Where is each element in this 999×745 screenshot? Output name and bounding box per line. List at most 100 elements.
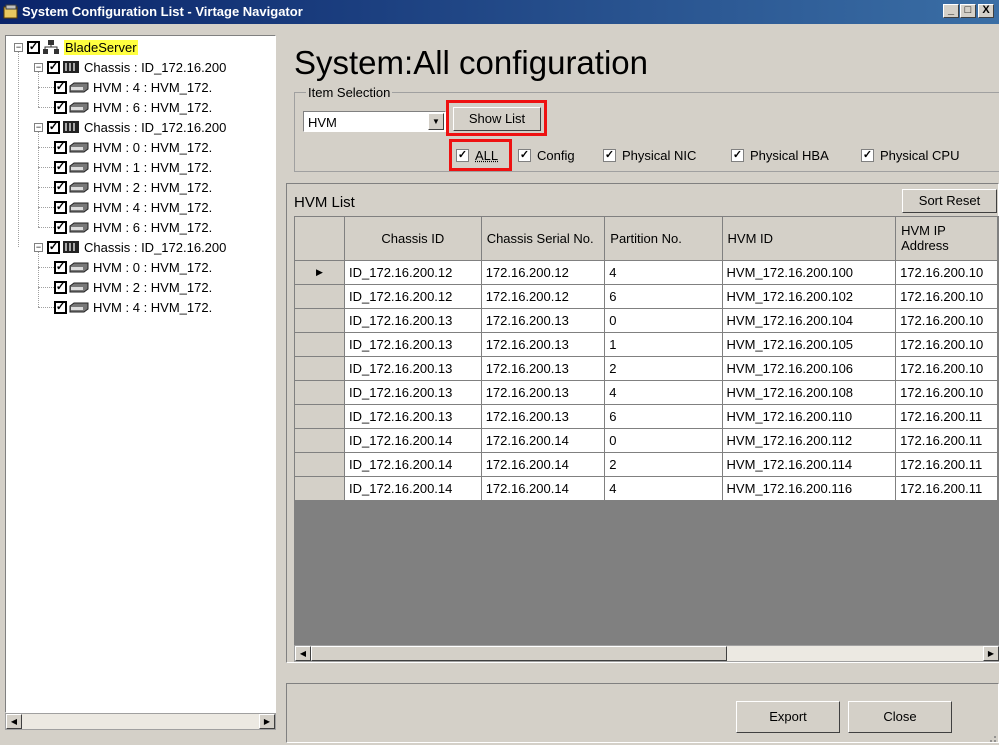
- resize-grip-icon[interactable]: [985, 731, 997, 743]
- table-cell[interactable]: 172.16.200.13: [481, 380, 606, 405]
- tree-checkbox[interactable]: ✓: [54, 280, 67, 294]
- column-header-hvm-ip[interactable]: HVM IP Address: [895, 217, 998, 261]
- table-row[interactable]: ID_172.16.200.13 172.16.200.13 4 HVM_172.16…: [295, 380, 998, 405]
- column-header-chassis-id[interactable]: Chassis ID: [344, 217, 482, 261]
- tree-checkbox[interactable]: ✓: [47, 60, 60, 74]
- sort-reset-button[interactable]: Sort Reset: [902, 189, 997, 213]
- tree-node-hvm[interactable]: ✓ HVM : 4 : HVM_172.: [54, 78, 212, 96]
- tree-checkbox[interactable]: ✓: [47, 120, 60, 134]
- table-row[interactable]: ▶ ID_172.16.200.12 172.16.200.12 4 HVM_172.1…: [295, 260, 998, 285]
- table-cell[interactable]: 1: [604, 332, 723, 357]
- table-cell[interactable]: ID_172.16.200.14: [344, 476, 482, 501]
- minimize-button[interactable]: _: [943, 4, 959, 18]
- tree-checkbox[interactable]: ✓: [54, 140, 67, 154]
- row-header[interactable]: [295, 332, 345, 357]
- table-cell[interactable]: 172.16.200.14: [481, 476, 606, 501]
- tree-checkbox[interactable]: ✓: [54, 200, 67, 214]
- tree-checkbox[interactable]: ✓: [54, 180, 67, 194]
- checkbox-physical-nic[interactable]: ✓ Physical NIC: [603, 148, 696, 163]
- table-cell[interactable]: 0: [604, 308, 723, 333]
- row-header[interactable]: ▶: [295, 260, 345, 285]
- table-cell[interactable]: HVM_172.16.200.105: [722, 332, 897, 357]
- table-cell[interactable]: HVM_172.16.200.102: [722, 284, 897, 309]
- tree-node-hvm[interactable]: ✓ HVM : 0 : HVM_172.: [54, 258, 212, 276]
- checkbox-all[interactable]: ✓ ALL: [456, 148, 498, 163]
- table-cell[interactable]: 2: [604, 452, 723, 477]
- table-cell[interactable]: 172.16.200.11: [895, 404, 998, 429]
- scroll-left-icon[interactable]: ◀: [295, 646, 311, 661]
- table-cell[interactable]: 172.16.200.11: [895, 428, 998, 453]
- table-cell[interactable]: 172.16.200.14: [481, 452, 606, 477]
- collapse-icon[interactable]: −: [14, 42, 23, 52]
- table-cell[interactable]: 4: [604, 260, 723, 285]
- tree-checkbox[interactable]: ✓: [54, 260, 67, 274]
- checkbox-physical-hba[interactable]: ✓ Physical HBA: [731, 148, 829, 163]
- table-row[interactable]: ID_172.16.200.13 172.16.200.13 0 HVM_172.16…: [295, 308, 998, 333]
- table-cell[interactable]: 0: [604, 428, 723, 453]
- tree-checkbox[interactable]: ✓: [47, 240, 60, 254]
- chevron-down-icon[interactable]: ▼: [428, 113, 444, 130]
- system-tree[interactable]: − ✓ BladeServer − ✓ Chassis : ID_172.16.200 ✓ H…: [5, 35, 276, 713]
- table-cell[interactable]: 2: [604, 356, 723, 381]
- column-header-partition-no[interactable]: Partition No.: [604, 217, 723, 261]
- tree-node-hvm[interactable]: ✓ HVM : 0 : HVM_172.: [54, 138, 212, 156]
- table-cell[interactable]: HVM_172.16.200.104: [722, 308, 897, 333]
- table-cell[interactable]: 172.16.200.11: [895, 476, 998, 501]
- row-header[interactable]: [295, 404, 345, 429]
- table-cell[interactable]: HVM_172.16.200.112: [722, 428, 897, 453]
- table-cell[interactable]: HVM_172.16.200.106: [722, 356, 897, 381]
- table-cell[interactable]: ID_172.16.200.13: [344, 380, 482, 405]
- tree-horizontal-scrollbar[interactable]: ◀ ▶: [5, 713, 276, 730]
- tree-checkbox[interactable]: ✓: [54, 160, 67, 174]
- maximize-button[interactable]: □: [960, 4, 976, 18]
- table-row[interactable]: ID_172.16.200.14 172.16.200.14 0 HVM_172.16…: [295, 428, 998, 453]
- table-cell[interactable]: 172.16.200.13: [481, 356, 606, 381]
- close-button[interactable]: Close: [848, 701, 952, 733]
- hvm-data-grid[interactable]: Chassis ID Chassis Serial No. Partition …: [294, 216, 999, 646]
- checkbox-config[interactable]: ✓ Config: [518, 148, 575, 163]
- table-cell[interactable]: 172.16.200.10: [895, 356, 998, 381]
- tree-node-hvm[interactable]: ✓ HVM : 6 : HVM_172.: [54, 98, 212, 116]
- table-cell[interactable]: 172.16.200.10: [895, 308, 998, 333]
- checkbox-physical-hba-box[interactable]: ✓: [731, 149, 744, 162]
- tree-node-hvm[interactable]: ✓ HVM : 4 : HVM_172.: [54, 198, 212, 216]
- table-cell[interactable]: 172.16.200.10: [895, 380, 998, 405]
- tree-node-hvm[interactable]: ✓ HVM : 6 : HVM_172.: [54, 218, 212, 236]
- tree-node-chassis[interactable]: − ✓ Chassis : ID_172.16.200: [34, 238, 226, 256]
- row-header[interactable]: [295, 428, 345, 453]
- tree-checkbox[interactable]: ✓: [54, 80, 67, 94]
- checkbox-physical-cpu-box[interactable]: ✓: [861, 149, 874, 162]
- table-cell[interactable]: ID_172.16.200.13: [344, 356, 482, 381]
- table-row[interactable]: ID_172.16.200.13 172.16.200.13 6 HVM_172.16…: [295, 404, 998, 429]
- show-list-button[interactable]: Show List: [453, 107, 541, 131]
- tree-checkbox[interactable]: ✓: [54, 220, 67, 234]
- scroll-left-icon[interactable]: ◀: [6, 714, 22, 729]
- table-cell[interactable]: ID_172.16.200.12: [344, 260, 482, 285]
- tree-checkbox[interactable]: ✓: [54, 300, 67, 314]
- table-cell[interactable]: HVM_172.16.200.116: [722, 476, 897, 501]
- close-window-button[interactable]: X: [978, 4, 994, 18]
- column-header-hvm-id[interactable]: HVM ID: [722, 217, 897, 261]
- table-cell[interactable]: 172.16.200.11: [895, 452, 998, 477]
- tree-checkbox[interactable]: ✓: [27, 40, 40, 54]
- table-cell[interactable]: 4: [604, 380, 723, 405]
- table-row[interactable]: ID_172.16.200.12 172.16.200.12 6 HVM_172.16…: [295, 284, 998, 309]
- tree-node-chassis[interactable]: − ✓ Chassis : ID_172.16.200: [34, 118, 226, 136]
- collapse-icon[interactable]: −: [34, 62, 43, 72]
- table-cell[interactable]: ID_172.16.200.14: [344, 428, 482, 453]
- table-cell[interactable]: HVM_172.16.200.110: [722, 404, 897, 429]
- export-button[interactable]: Export: [736, 701, 840, 733]
- scroll-right-icon[interactable]: ▶: [259, 714, 275, 729]
- table-row[interactable]: ID_172.16.200.14 172.16.200.14 2 HVM_172.16…: [295, 452, 998, 477]
- tree-node-hvm[interactable]: ✓ HVM : 2 : HVM_172.: [54, 278, 212, 296]
- collapse-icon[interactable]: −: [34, 122, 43, 132]
- table-cell[interactable]: HVM_172.16.200.108: [722, 380, 897, 405]
- item-selection-dropdown[interactable]: HVM ▼: [303, 111, 446, 132]
- table-row[interactable]: ID_172.16.200.14 172.16.200.14 4 HVM_172.16…: [295, 476, 998, 501]
- table-cell[interactable]: 172.16.200.14: [481, 428, 606, 453]
- row-header[interactable]: [295, 308, 345, 333]
- row-header[interactable]: [295, 356, 345, 381]
- row-header[interactable]: [295, 380, 345, 405]
- table-cell[interactable]: 172.16.200.13: [481, 404, 606, 429]
- table-cell[interactable]: ID_172.16.200.12: [344, 284, 482, 309]
